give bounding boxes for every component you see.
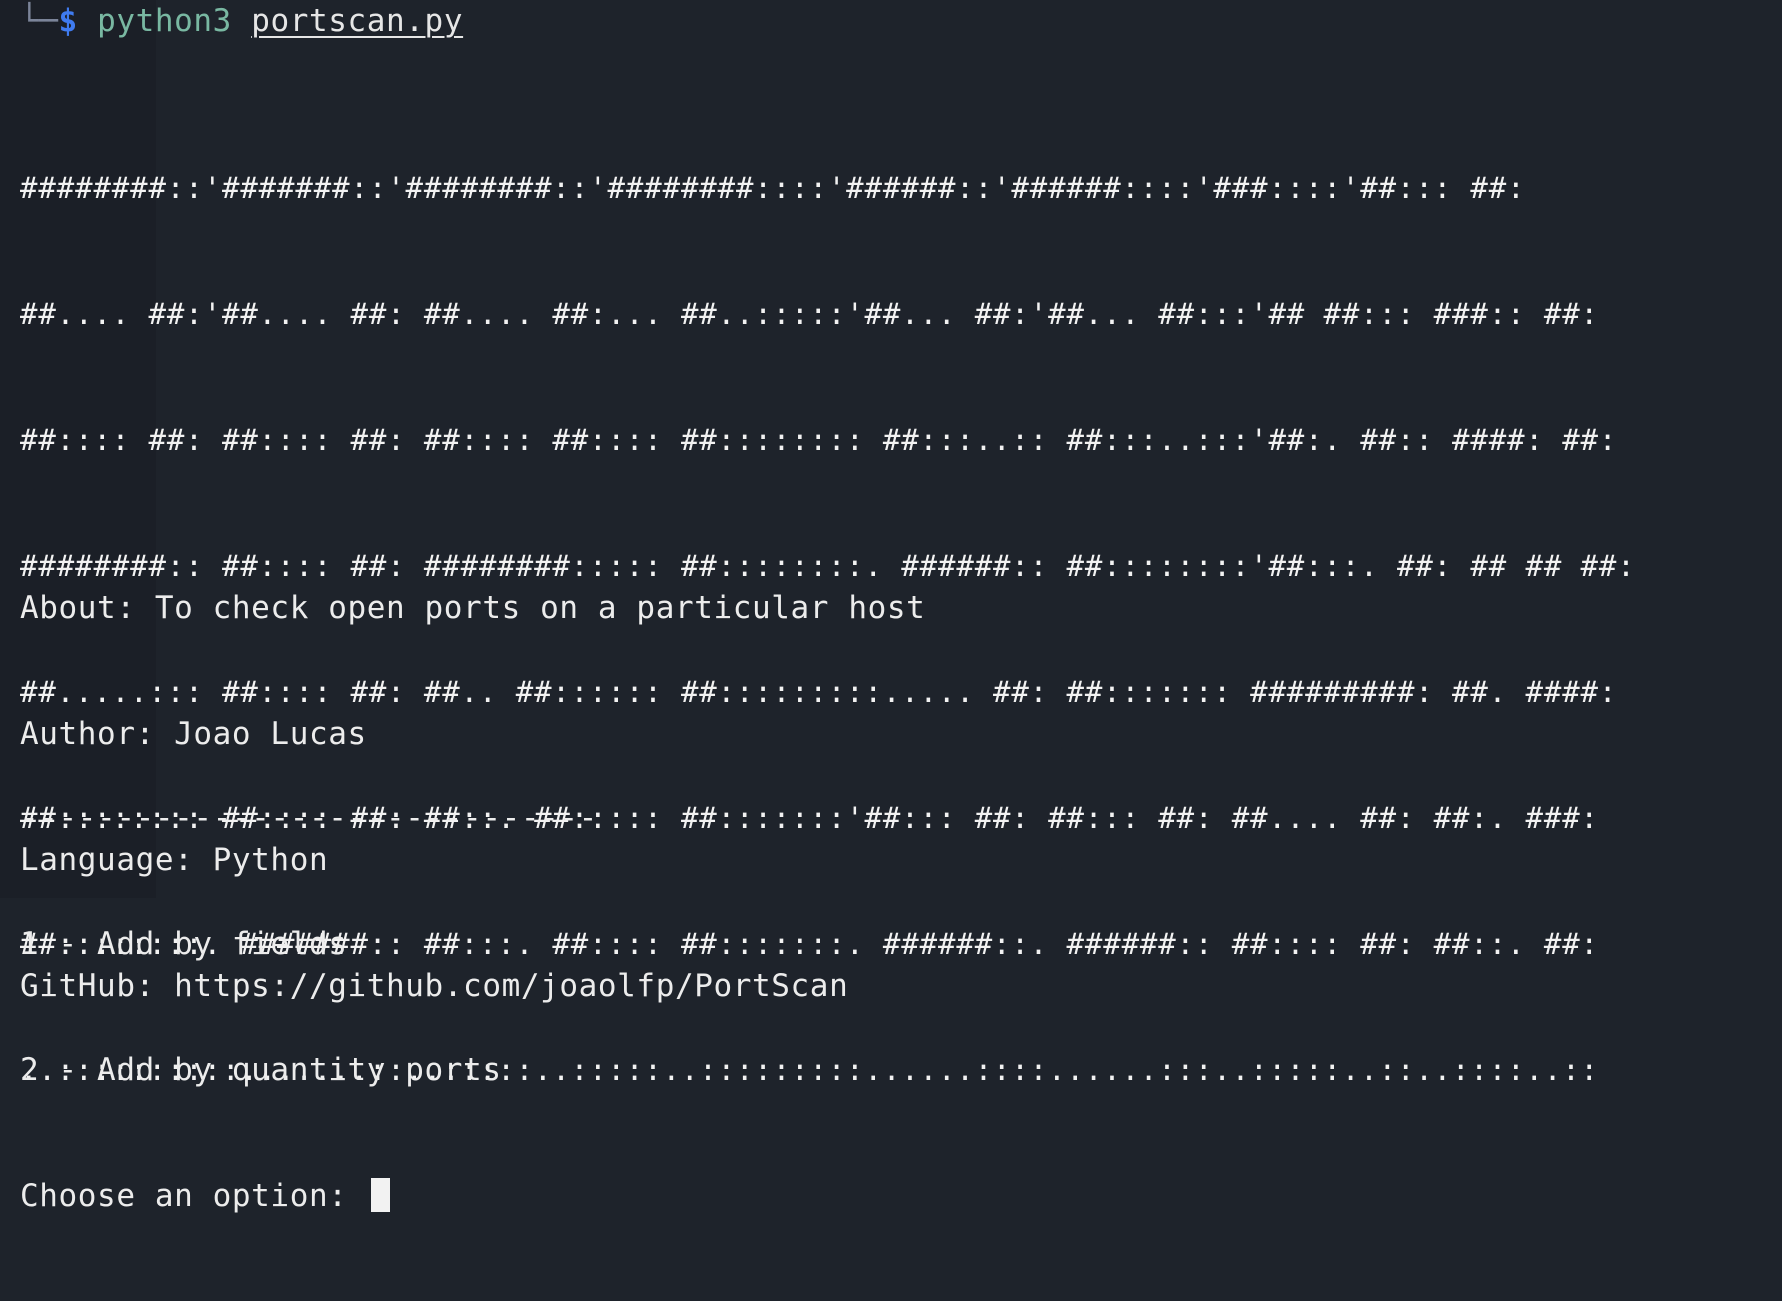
- banner-line: ##:::: ##: ##:::: ##: ##:::: ##:::: ##::…: [20, 423, 1618, 457]
- text-cursor: [370, 1178, 390, 1212]
- banner-line: ##.... ##:'##.... ##: ##.... ##:... ##..…: [20, 297, 1599, 331]
- banner-line: ########::'#######::'########::'########…: [20, 171, 1526, 205]
- menu-separator: ------------------------------: [20, 800, 598, 836]
- option-menu: ------------------------------ 1 - Add b…: [20, 713, 598, 1301]
- shell-prompt-line: └─$ python3 portscan.py: [20, 0, 463, 42]
- prompt-corner-glyph: └─: [20, 3, 59, 39]
- prompt-dollar-sign: $: [58, 3, 78, 39]
- menu-option-1: 1 - Add by fields: [20, 926, 348, 962]
- menu-option-2: 2 - Add by quantity ports: [20, 1052, 502, 1088]
- choose-option-prompt: Choose an option:: [20, 1178, 367, 1214]
- option-input-row[interactable]: Choose an option:: [20, 1175, 598, 1217]
- command-name: python3: [97, 3, 232, 39]
- about-line: About: To check open ports on a particul…: [20, 590, 926, 626]
- command-argument: portscan.py: [251, 3, 464, 39]
- terminal-window[interactable]: └─$ python3 portscan.py ########::'#####…: [0, 0, 1782, 1214]
